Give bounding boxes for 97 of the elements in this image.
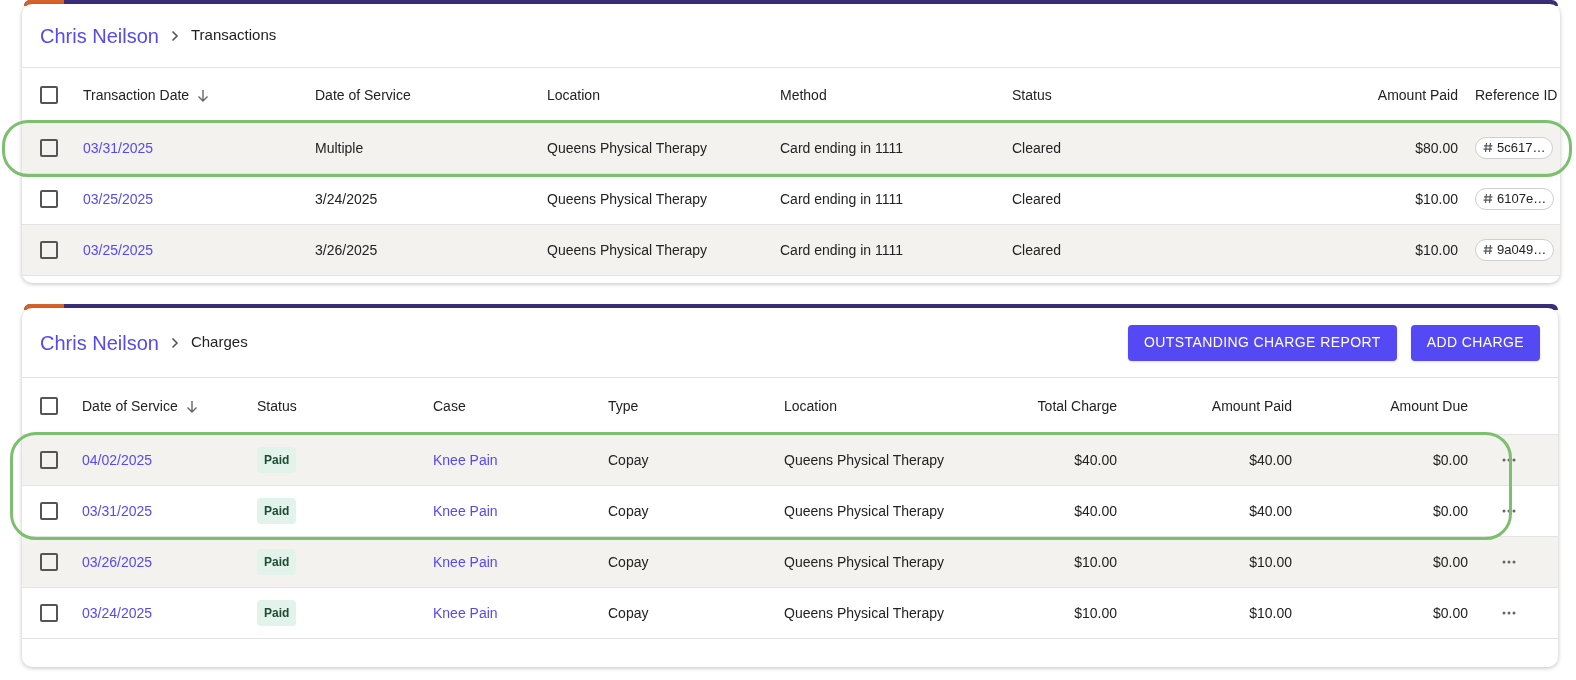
service-date-link[interactable]: 03/26/2025: [82, 553, 153, 570]
table-cell-text: $10.00: [1249, 603, 1292, 623]
reference-id-chip[interactable]: 5c617…: [1475, 136, 1554, 159]
table-cell-text: $0.00: [1432, 450, 1468, 470]
reference-id-chip[interactable]: 6107e…: [1475, 187, 1555, 210]
column-header: Total Charge: [1037, 396, 1117, 416]
table-cell: Card ending in 1111: [780, 139, 903, 156]
transaction-date-link[interactable]: 03/25/2025: [83, 241, 154, 258]
table-cell-text: $0.00: [1432, 603, 1468, 623]
breadcrumb-current: Charges: [190, 332, 248, 353]
action-button[interactable]: OUTSTANDING CHARGE REPORT: [1128, 324, 1397, 361]
chevron-right-icon: [170, 29, 179, 42]
service-date-link[interactable]: 04/02/2025: [82, 451, 153, 468]
checkbox[interactable]: [40, 604, 58, 622]
table-cell: Card ending in 1111: [780, 190, 903, 207]
breadcrumb-link[interactable]: Chris Neilson: [40, 20, 159, 51]
chevron-right-icon: [170, 336, 179, 349]
more-horizontal-icon: [1502, 611, 1516, 615]
action-button[interactable]: ADD CHARGE: [1410, 324, 1540, 361]
table-cell: Cleared: [1012, 190, 1062, 207]
case-link[interactable]: Knee Pain: [433, 604, 498, 621]
reference-id: 6107e…: [1497, 190, 1547, 208]
table-cell: Queens Physical Therapy: [547, 190, 708, 207]
status-badge: Paid: [257, 498, 297, 524]
table-cell: Card ending in 1111: [780, 241, 903, 258]
case-link[interactable]: Knee Pain: [433, 502, 498, 519]
service-date-link[interactable]: 03/24/2025: [82, 604, 153, 621]
table-cell-text: $10.00: [1415, 189, 1458, 209]
checkbox[interactable]: [40, 451, 58, 469]
reference-id: 5c617…: [1497, 139, 1546, 157]
table-cell: Copay: [608, 604, 649, 621]
transaction-date-link[interactable]: 03/31/2025: [83, 139, 154, 156]
checkbox[interactable]: [40, 190, 58, 208]
transaction-date-link[interactable]: 03/25/2025: [83, 190, 154, 207]
column-header: Date of Service: [315, 85, 411, 105]
status-badge: Paid: [257, 600, 297, 626]
column-header: Method: [780, 85, 827, 105]
table-cell-text: $0.00: [1432, 552, 1468, 572]
table-cell: Copay: [608, 553, 649, 570]
checkbox[interactable]: [40, 502, 58, 520]
hash-icon: [1483, 244, 1493, 256]
column-header: Status: [1012, 85, 1052, 105]
table-cell: Queens Physical Therapy: [784, 604, 945, 621]
status-badge: Paid: [257, 447, 297, 473]
table-cell: Queens Physical Therapy: [547, 241, 708, 258]
table-cell: Cleared: [1012, 139, 1062, 156]
breadcrumb-current: Transactions: [190, 25, 277, 46]
column-header: Amount Paid: [1211, 396, 1292, 416]
table-cell-text: $40.00: [1074, 501, 1117, 521]
status-badge: Paid: [257, 549, 297, 575]
table-cell: Copay: [608, 502, 649, 519]
table-cell: Queens Physical Therapy: [784, 553, 945, 570]
table-cell-text: $80.00: [1415, 138, 1458, 158]
more-horizontal-icon: [1502, 509, 1516, 513]
table-cell-text: $40.00: [1249, 501, 1292, 521]
table-cell-text: $10.00: [1074, 603, 1117, 623]
table-cell: 3/24/2025: [315, 190, 378, 207]
breadcrumb-link[interactable]: Chris Neilson: [40, 327, 159, 358]
reference-id: 9a049…: [1497, 241, 1547, 259]
table-cell-text: $40.00: [1074, 450, 1117, 470]
column-header: Location: [547, 85, 600, 105]
hash-icon: [1483, 193, 1493, 205]
case-link[interactable]: Knee Pain: [433, 553, 498, 570]
checkbox[interactable]: [40, 139, 58, 157]
table-cell: 3/26/2025: [315, 241, 378, 258]
checkbox[interactable]: [40, 86, 58, 104]
column-header: Reference ID: [1475, 85, 1558, 105]
service-date-link[interactable]: 03/31/2025: [82, 502, 153, 519]
more-horizontal-icon: [1502, 458, 1516, 462]
column-header: Status: [257, 396, 297, 416]
checkbox[interactable]: [40, 397, 58, 415]
table-cell-text: $40.00: [1249, 450, 1292, 470]
table-cell: Multiple: [315, 139, 364, 156]
table-cell-text: $10.00: [1074, 552, 1117, 572]
column-header[interactable]: Date of Service: [82, 395, 178, 417]
checkbox[interactable]: [40, 241, 58, 259]
table-cell: Cleared: [1012, 241, 1062, 258]
sort-arrow-icon: [197, 88, 210, 102]
column-header: Case: [433, 396, 466, 416]
column-header: Location: [784, 396, 837, 416]
table-cell: Queens Physical Therapy: [784, 451, 945, 468]
column-header: Amount Due: [1390, 396, 1468, 416]
table-cell-text: $10.00: [1249, 552, 1292, 572]
case-link[interactable]: Knee Pain: [433, 451, 498, 468]
sort-arrow-icon: [185, 399, 198, 413]
checkbox[interactable]: [40, 553, 58, 571]
column-header: Amount Paid: [1377, 85, 1458, 105]
table-cell: Queens Physical Therapy: [547, 139, 708, 156]
table-cell: Copay: [608, 451, 649, 468]
hash-icon: [1483, 142, 1493, 154]
more-horizontal-icon: [1502, 560, 1516, 564]
table-cell: Queens Physical Therapy: [784, 502, 945, 519]
column-header: Type: [608, 396, 639, 416]
table-cell-text: $10.00: [1415, 240, 1458, 260]
reference-id-chip[interactable]: 9a049…: [1475, 238, 1555, 261]
table-cell-text: $0.00: [1432, 501, 1468, 521]
column-header[interactable]: Transaction Date: [83, 84, 190, 106]
